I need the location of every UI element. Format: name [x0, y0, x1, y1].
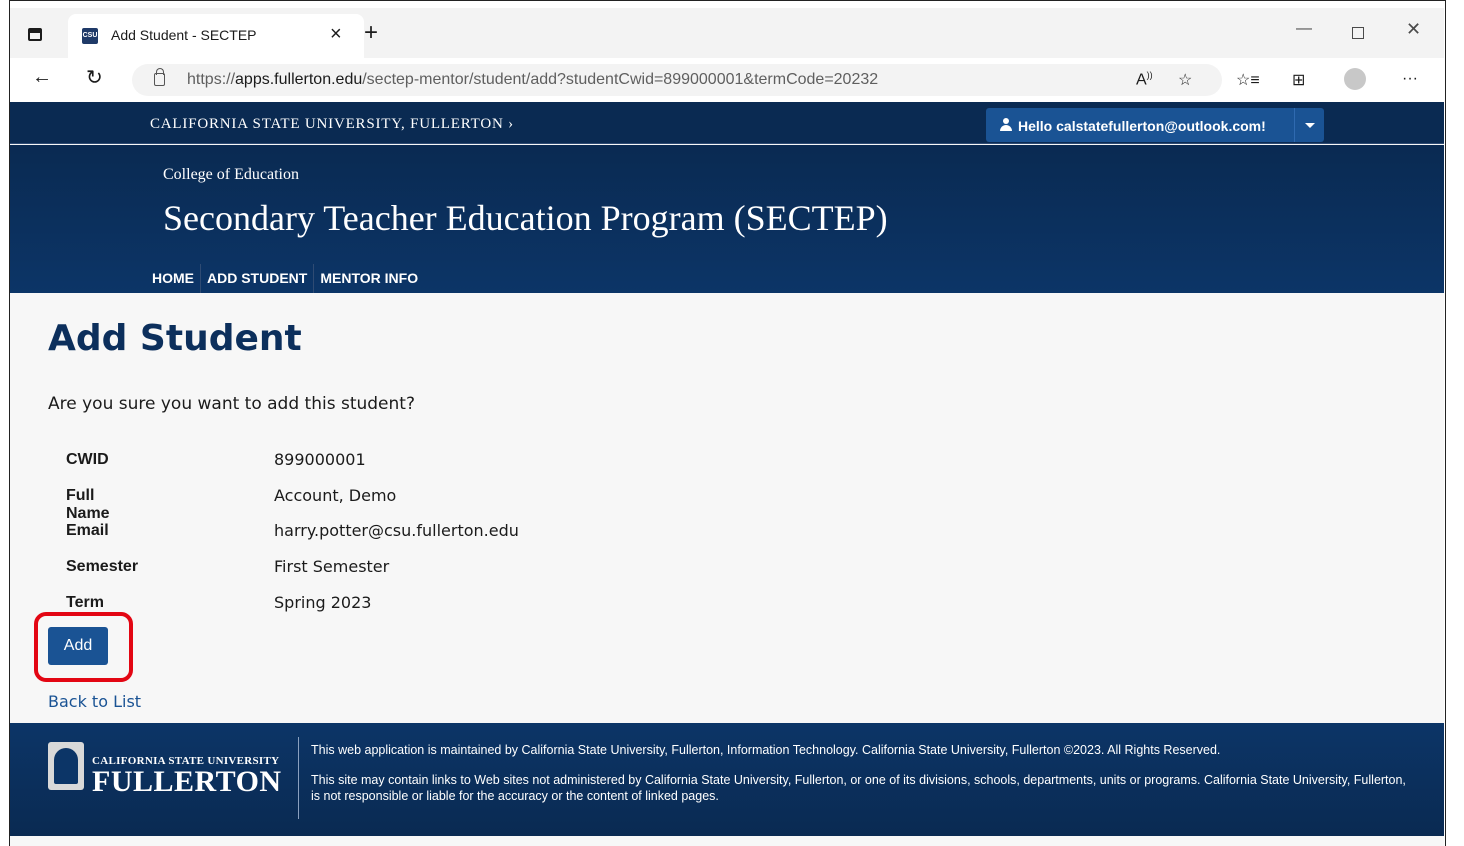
detail-label: Full Name [66, 486, 110, 522]
nav-add-student[interactable]: ADD STUDENT [201, 264, 315, 294]
close-window-icon[interactable]: ✕ [1406, 19, 1421, 40]
university-strip: CALIFORNIA STATE UNIVERSITY, FULLERTON ›… [10, 102, 1444, 144]
tab-bar: CSU Add Student - SECTEP × + — ✕ [10, 8, 1444, 58]
logo-line2: FULLERTON [92, 765, 282, 798]
tab-actions-icon[interactable] [28, 28, 42, 41]
detail-label: Email [66, 522, 109, 540]
nav-home[interactable]: HOME [146, 264, 201, 294]
new-tab-icon[interactable]: + [364, 21, 378, 45]
profile-avatar-icon[interactable] [1344, 68, 1366, 90]
confirmation-prompt: Are you sure you want to add this studen… [48, 394, 415, 414]
detail-value: Account, Demo [274, 485, 397, 505]
page-bottom [10, 836, 1444, 846]
nav-mentor-info[interactable]: MENTOR INFO [314, 264, 424, 294]
site-header: College of Education Secondary Teacher E… [10, 145, 1444, 294]
user-greeting[interactable]: Hello calstatefullerton@outlook.com! [1018, 118, 1266, 134]
detail-value: Spring 2023 [274, 592, 372, 612]
detail-label: CWID [66, 451, 109, 468]
main-nav: HOME ADD STUDENT MENTOR INFO [146, 264, 424, 294]
tab-close-icon[interactable]: × [330, 24, 342, 44]
user-icon [1000, 118, 1012, 131]
college-name: College of Education [163, 166, 299, 183]
detail-value: 899000001 [274, 450, 366, 469]
university-link[interactable]: CALIFORNIA STATE UNIVERSITY, FULLERTON › [150, 116, 514, 133]
user-menu-button[interactable]: Hello calstatefullerton@outlook.com! [986, 108, 1324, 142]
program-title: Secondary Teacher Education Program (SEC… [163, 198, 888, 238]
maximize-icon[interactable] [1352, 27, 1364, 39]
url-text: https://apps.fullerton.edu/sectep-mentor… [187, 71, 879, 88]
detail-value: First Semester [274, 557, 390, 577]
main-content: Add Student Are you sure you want to add… [10, 293, 1444, 723]
caret-down-icon[interactable] [1294, 108, 1324, 142]
tab-title: Add Student - SECTEP [111, 27, 257, 43]
detail-label: Term [66, 593, 104, 611]
csuf-logo[interactable]: CALIFORNIA STATE UNIVERSITY FULLERTON [48, 742, 282, 798]
minimize-icon[interactable]: — [1296, 20, 1312, 38]
page-title: Add Student [48, 318, 302, 359]
detail-value: harry.potter@csu.fullerton.edu [274, 521, 519, 541]
browser-window: CSU Add Student - SECTEP × + — ✕ ← ↻ htt… [10, 8, 1444, 846]
add-favorite-icon[interactable]: ☆ [1178, 70, 1192, 90]
maintenance-notice: This web application is maintained by Ca… [311, 743, 1221, 757]
more-options-icon[interactable]: ··· [1402, 70, 1418, 88]
links-disclaimer: This site may contain links to Web sites… [311, 773, 1406, 803]
seal-icon [48, 742, 84, 790]
add-button[interactable]: Add [48, 627, 108, 665]
web-page: CALIFORNIA STATE UNIVERSITY, FULLERTON ›… [10, 102, 1444, 846]
browser-tab[interactable]: CSU Add Student - SECTEP × [68, 14, 364, 58]
lock-icon[interactable] [154, 68, 165, 86]
read-aloud-icon[interactable]: A)) [1136, 70, 1153, 89]
favorites-icon[interactable]: ☆≡ [1236, 70, 1260, 90]
back-arrow-icon[interactable]: ← [32, 66, 52, 89]
site-favicon-icon: CSU [82, 28, 98, 44]
refresh-icon[interactable]: ↻ [86, 65, 103, 90]
site-footer: CALIFORNIA STATE UNIVERSITY FULLERTON Th… [10, 723, 1444, 836]
back-to-list-link[interactable]: Back to List [48, 692, 141, 711]
footer-divider [298, 737, 299, 819]
url-field[interactable]: https://apps.fullerton.edu/sectep-mentor… [132, 64, 1222, 96]
detail-label: Semester [66, 558, 139, 576]
collections-icon[interactable]: ⊞ [1292, 70, 1305, 90]
address-bar: ← ↻ https://apps.fullerton.edu/sectep-me… [10, 58, 1444, 102]
